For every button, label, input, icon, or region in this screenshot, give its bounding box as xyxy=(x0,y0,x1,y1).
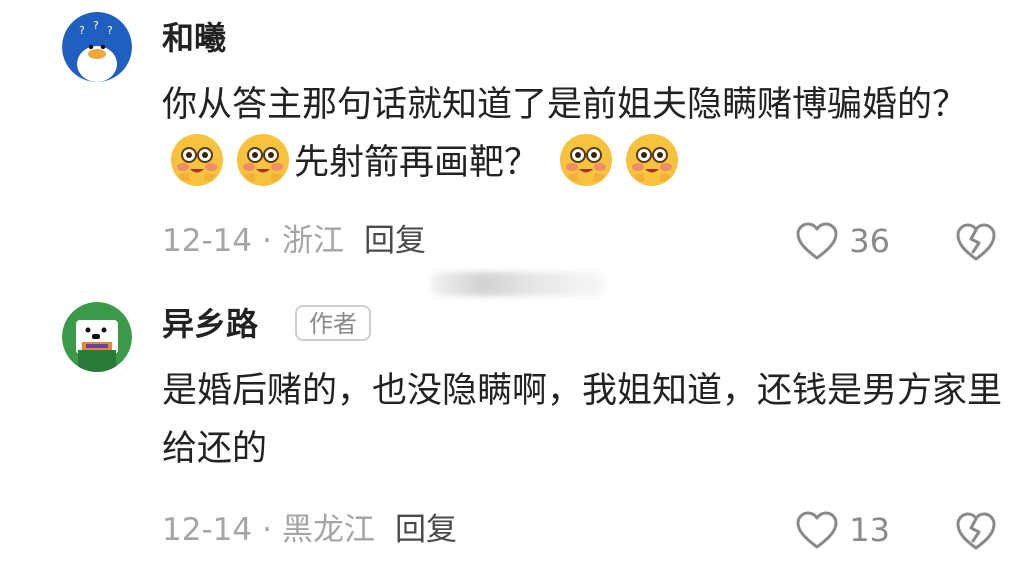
svg-text:?: ? xyxy=(107,24,113,37)
like-count: 36 xyxy=(849,222,890,260)
broken-heart-icon xyxy=(956,512,996,550)
user-avatar[interactable] xyxy=(62,302,132,372)
comment-date: 12-14 xyxy=(162,223,253,259)
username[interactable]: 和曦 xyxy=(162,18,226,58)
reply-button[interactable]: 回复 xyxy=(395,512,457,548)
comment-text-part: 先射箭再画靶？ xyxy=(294,143,540,183)
comment-location: 黑龙江 xyxy=(281,512,375,548)
heart-icon xyxy=(796,511,838,549)
blushing-emoji-icon xyxy=(557,131,615,189)
comment-item: ? ? ? 和曦 你从答主那句话就知道了是前姐夫隐瞒赌博骗婚的？先射箭再画靶？ … xyxy=(0,0,1033,296)
comment-text: 是婚后赌的，也没隐瞒啊，我姐知道，还钱是男方家里给还的 xyxy=(162,371,1003,469)
username[interactable]: 异乡路 xyxy=(162,304,258,344)
comment-item: 异乡路 作者 是婚后赌的，也没隐瞒啊，我姐知道，还钱是男方家里给还的 12-14… xyxy=(0,290,1033,565)
meta-separator: · xyxy=(262,512,272,548)
blushing-emoji-icon xyxy=(234,131,292,189)
meta-separator: · xyxy=(262,223,272,259)
dislike-button[interactable] xyxy=(955,221,997,263)
user-avatar[interactable]: ? ? ? xyxy=(62,12,132,82)
broken-heart-icon xyxy=(956,223,996,261)
comment-meta: 12-14 · 浙江 回复 xyxy=(162,221,426,261)
blushing-emoji-icon xyxy=(168,131,226,189)
dislike-button[interactable] xyxy=(955,510,997,552)
comment-meta: 12-14 · 黑龙江 回复 xyxy=(162,510,457,550)
comment-text-part: 你从答主那句话就知道了是前姐夫隐瞒赌博骗婚的？ xyxy=(162,85,968,125)
like-count: 13 xyxy=(849,511,890,549)
comment-text: 你从答主那句话就知道了是前姐夫隐瞒赌博骗婚的？ 先射箭再画靶？ xyxy=(162,76,1002,193)
like-button[interactable]: 36 xyxy=(795,219,890,263)
reply-button[interactable]: 回复 xyxy=(364,223,426,259)
svg-text:?: ? xyxy=(93,19,99,32)
heart-icon xyxy=(796,222,838,260)
author-badge: 作者 xyxy=(295,305,371,341)
like-button[interactable]: 13 xyxy=(795,508,890,552)
comment-location: 浙江 xyxy=(281,223,344,259)
blushing-emoji-icon xyxy=(623,131,681,189)
comment-date: 12-14 xyxy=(162,512,253,548)
duck-question-avatar-icon: ? ? ? xyxy=(62,12,132,82)
dog-avatar-icon xyxy=(62,302,132,372)
svg-text:?: ? xyxy=(79,24,85,37)
